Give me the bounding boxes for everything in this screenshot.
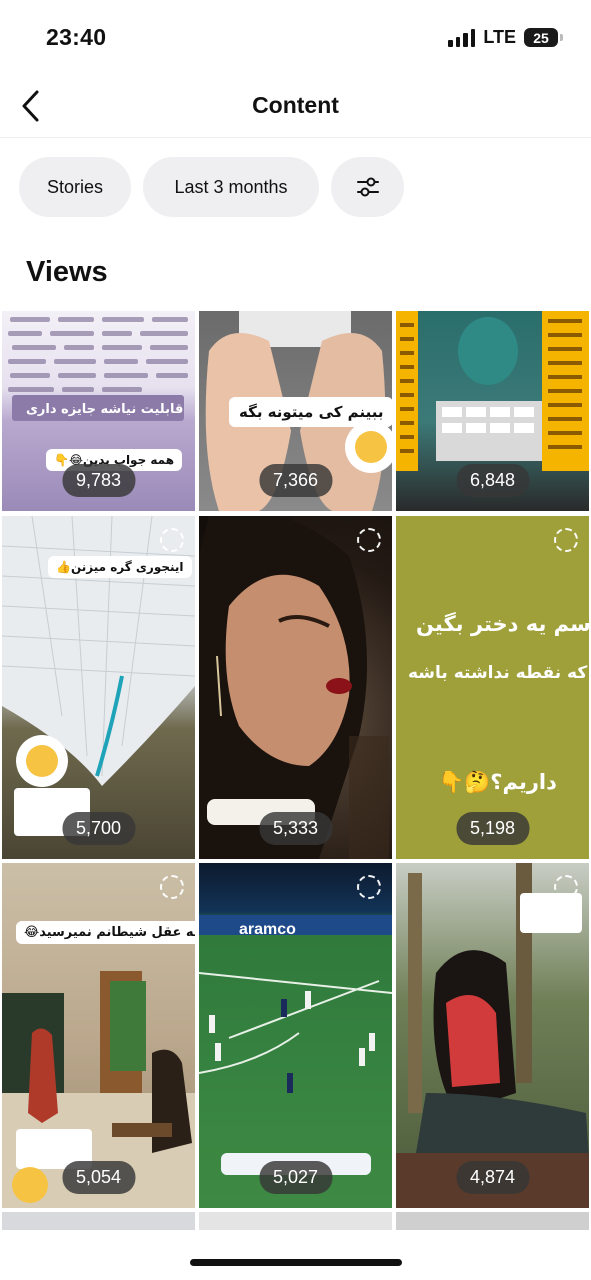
story-tile[interactable]: قابلیت نیاشه جایزه داری همه جواب بدین😂👇 … <box>2 311 195 511</box>
story-tile[interactable] <box>2 1212 195 1230</box>
sliders-icon <box>356 177 379 197</box>
story-thumbnail <box>396 863 589 1208</box>
loading-icon <box>160 875 184 899</box>
tile-caption: aramco <box>239 921 296 938</box>
view-count-badge: 7,366 <box>258 464 333 497</box>
loading-icon <box>357 875 381 899</box>
story-tile[interactable] <box>396 1212 589 1230</box>
tile-caption: قابلیت نیاشه جایزه داری <box>26 402 184 417</box>
filter-settings-button[interactable] <box>331 157 404 217</box>
signal-icon <box>448 28 476 47</box>
loading-icon <box>554 875 578 899</box>
story-tile[interactable]: اسم یه دختر بگین که نقطه نداشته باشه دار… <box>396 516 589 859</box>
view-count-badge: 6,848 <box>455 464 530 497</box>
story-tile[interactable] <box>199 1212 392 1230</box>
story-tile[interactable]: ببینم کی میتونه بگه 7,366 <box>199 311 392 511</box>
view-count-badge: 5,054 <box>61 1161 136 1194</box>
view-count-badge: 5,027 <box>258 1161 333 1194</box>
battery-icon: 25 <box>524 28 558 47</box>
status-bar: 23:40 LTE 25 <box>0 0 591 74</box>
story-thumbnail <box>2 971 195 1208</box>
status-time: 23:40 <box>46 24 107 50</box>
tile-caption: داریم؟🤔👇 <box>438 770 557 794</box>
story-tile[interactable]: 6,848 <box>396 311 589 511</box>
story-tile[interactable]: 5,333 <box>199 516 392 859</box>
story-tile[interactable]: اینجوری گره میزنن👍 5,700 <box>2 516 195 859</box>
story-tile[interactable]: aramco 5,027 <box>199 863 392 1208</box>
loading-icon <box>357 528 381 552</box>
tile-caption: به عقل شیطانم نمیرسید😂 <box>16 921 195 944</box>
loading-icon <box>554 528 578 552</box>
view-count-badge: 4,874 <box>455 1161 530 1194</box>
nav-header: Content <box>0 74 591 138</box>
view-count-badge: 5,700 <box>61 812 136 845</box>
story-thumbnail <box>199 516 389 859</box>
tile-caption: اینجوری گره میزنن👍 <box>48 556 192 578</box>
network-label: LTE <box>483 27 516 47</box>
view-count-badge: 5,333 <box>258 812 333 845</box>
loading-icon <box>160 528 184 552</box>
view-count-badge: 5,198 <box>455 812 530 845</box>
date-range-button[interactable]: Last 3 months <box>143 157 319 217</box>
battery-cap <box>560 34 563 41</box>
home-indicator[interactable] <box>189 1259 402 1266</box>
page-title: Content <box>252 92 339 118</box>
story-tile[interactable]: به عقل شیطانم نمیرسید😂 5,054 <box>2 863 195 1208</box>
views-heading: Views <box>26 256 108 288</box>
view-count-badge: 9,783 <box>61 464 136 497</box>
status-right: LTE 25 <box>448 27 563 48</box>
battery-level: 25 <box>533 29 549 46</box>
filter-bar: Stories Last 3 months <box>19 157 404 217</box>
tile-caption: ببینم کی میتونه بگه <box>229 397 392 427</box>
story-thumbnail <box>199 915 392 1175</box>
tile-caption: اسم یه دختر بگین <box>416 612 589 636</box>
story-tile[interactable]: 4,874 <box>396 863 589 1208</box>
stories-filter-button[interactable]: Stories <box>19 157 131 217</box>
tile-caption: که نقطه نداشته باشه <box>408 663 588 683</box>
